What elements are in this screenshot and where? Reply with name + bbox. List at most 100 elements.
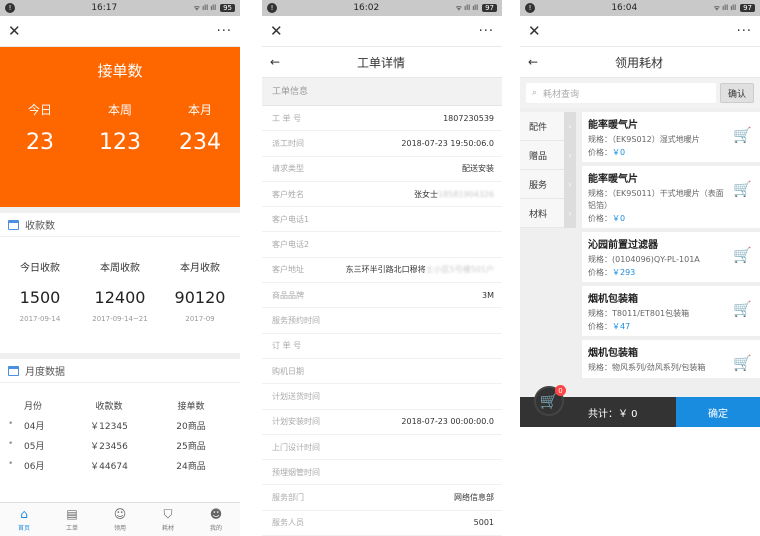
product-item[interactable]: 能率暖气片 规格：（EK9S012）湿式地暖片 价格：￥0 🛒 [582, 112, 760, 166]
chevron-right-icon: › [564, 111, 576, 141]
field-label: 服务部门 [272, 493, 304, 503]
field-value: 5001 [473, 518, 494, 528]
page-title: 工单详情 [357, 55, 406, 70]
nav-home[interactable]: ⌂ 首页 [0, 503, 48, 536]
field-row: 计划安装时间 2018-07-23 00:00:00.0 [262, 410, 502, 435]
top-bar: ✕ ··· [262, 16, 502, 47]
blurred-address: 土小区5号楼501户 [425, 265, 494, 275]
product-price: 价格：￥47 [588, 321, 754, 332]
more-icon[interactable]: ··· [737, 24, 752, 39]
signal-icon: ᯤ ıll ıll [455, 3, 479, 12]
category-item[interactable]: 服务 › [520, 169, 576, 199]
more-icon[interactable]: ··· [479, 24, 494, 39]
product-name: 烟机包装箱 [588, 294, 638, 305]
field-row: 客户姓名 张女士18581904326 [262, 182, 502, 208]
orders-label: 今日 [27, 103, 52, 117]
field-row: 计划送货时间 [262, 384, 502, 410]
close-icon[interactable]: ✕ [8, 22, 21, 40]
orders-summary: 接单数 今日 23 本周 123 本月 234 [0, 47, 240, 207]
field-row: 工 单 号 1807230539 [262, 106, 502, 132]
row-month: 05月 [8, 439, 68, 452]
field-value: 2018-07-23 00:00:00.0 [401, 417, 494, 427]
table-row[interactable]: 05月 ￥23456 25商品 [8, 435, 232, 455]
category-list: 配件 › 赠品 › 服务 › 材料 › [520, 108, 576, 398]
cart-icon[interactable]: 🛒 [733, 354, 752, 372]
payments-heading: 收款数 [25, 221, 55, 232]
page-title: 领用耗材 [615, 55, 664, 70]
alert-icon: ! [267, 3, 277, 13]
product-item[interactable]: 烟机包装箱 规格：物风系列/劲风系列/包装箱 🛒 [582, 340, 760, 382]
monthly-header: 月度数据 [0, 353, 240, 383]
product-item[interactable]: 烟机包装箱 规格：T8011/ET801包装箱 价格：￥47 🛒 [582, 286, 760, 340]
row-payments: ￥12345 [90, 421, 128, 432]
nav-label: 我的 [209, 525, 222, 532]
field-value: 1807230539 [443, 113, 494, 123]
payment-value: 12400 [94, 288, 146, 307]
product-spec: 规格：（EK9S011）干式地暖片（表面铝箔） [588, 189, 724, 210]
payment-today[interactable]: 今日收款 1500 2017-09-14 [0, 259, 80, 323]
orders-today[interactable]: 今日 23 [0, 101, 80, 155]
close-icon[interactable]: ✕ [270, 22, 283, 40]
nav-orders[interactable]: ▤ 工单 [48, 503, 96, 536]
cart-icon[interactable]: 🛒 [733, 300, 752, 318]
price-value: ￥0 [612, 148, 626, 157]
title-bar: ← 工单详情 [262, 47, 502, 78]
row-payments: ￥44674 [90, 461, 128, 472]
field-row: 派工时间 2018-07-23 19:50:06.0 [262, 131, 502, 157]
category-item[interactable]: 材料 › [520, 198, 576, 228]
close-icon[interactable]: ✕ [528, 22, 541, 40]
field-row: 客户电话1 [262, 207, 502, 233]
signal-icon: ᯤ ıll ıll [193, 3, 217, 12]
payment-week[interactable]: 本周收款 12400 2017-09-14~21 [80, 259, 160, 323]
table-row[interactable]: 06月 ￥44674 24商品 [8, 455, 232, 475]
product-spec: 规格：T8011/ET801包装箱 [588, 309, 690, 318]
nav-mine[interactable]: ☻ 我的 [192, 503, 240, 536]
product-item[interactable]: 能率暖气片 规格：（EK9S011）干式地暖片（表面铝箔） 价格：￥0 🛒 [582, 166, 760, 232]
cart-icon[interactable]: 🛒 [733, 126, 752, 144]
submit-button[interactable]: 确定 [676, 397, 760, 427]
status-time: 16:17 [91, 3, 118, 13]
document-icon: ▤ [66, 507, 78, 521]
field-label: 计划安装时间 [272, 417, 320, 427]
back-icon[interactable]: ← [270, 55, 280, 69]
price-label: 价格： [588, 148, 612, 157]
field-row: 上门设计时间 [262, 435, 502, 461]
home-dashboard-screen: ! 16:17 ᯤ ıll ıll 95 ✕ ··· 接单数 今日 23 本周 123… [0, 0, 240, 536]
payments-summary: 今日收款 1500 2017-09-14 本周收款 12400 2017-09-14~2… [0, 237, 240, 323]
field-row: 客户电话2 [262, 232, 502, 258]
row-payments: ￥23456 [90, 441, 128, 452]
nav-label: 首页 [17, 525, 30, 532]
col-orders: 接单数 [177, 401, 205, 412]
category-item[interactable]: 赠品 › [520, 140, 576, 170]
orders-week[interactable]: 本周 123 [80, 101, 160, 155]
cart-button[interactable]: 🛒 0 [534, 385, 566, 416]
alert-icon: ! [5, 3, 15, 13]
cart-icon[interactable]: 🛒 [733, 180, 752, 198]
field-value: 3M [482, 290, 494, 300]
profile-icon: ☻ [209, 507, 223, 521]
orders-label: 本月 [187, 103, 212, 117]
back-icon[interactable]: ← [528, 55, 538, 69]
confirm-button[interactable]: 确认 [720, 83, 754, 103]
more-icon[interactable]: ··· [217, 24, 232, 39]
product-item[interactable]: 沁园前置过滤器 规格：(0104096)QY-PL-101A 价格：￥293 🛒 [582, 232, 760, 286]
nav-receive[interactable]: ☺ 领用 [96, 503, 144, 536]
product-name: 能率暖气片 [588, 174, 638, 185]
field-label: 客户电话1 [272, 214, 310, 224]
field-label: 订 单 号 [272, 341, 302, 351]
category-item[interactable]: 配件 › [520, 111, 576, 141]
orders-month[interactable]: 本月 234 [160, 101, 240, 155]
price-label: 价格： [588, 322, 612, 331]
field-label: 客户电话2 [272, 240, 310, 250]
payment-month[interactable]: 本月收款 90120 2017-09 [160, 259, 240, 323]
nav-supplies[interactable]: ⛉ 耗材 [144, 503, 192, 536]
nav-label: 领用 [113, 525, 126, 532]
status-bar: ! 16:17 ᯤ ıll ıll 95 [0, 0, 240, 16]
table-row[interactable]: 04月 ￥12345 20商品 [8, 415, 232, 435]
cart-icon[interactable]: 🛒 [733, 246, 752, 264]
payment-label: 本月收款 [180, 263, 220, 274]
calendar-icon [8, 365, 19, 376]
search-input[interactable]: ⌕ 耗材查询 [526, 83, 716, 103]
battery-icon: 97 [482, 4, 497, 12]
row-month: 04月 [8, 419, 68, 432]
